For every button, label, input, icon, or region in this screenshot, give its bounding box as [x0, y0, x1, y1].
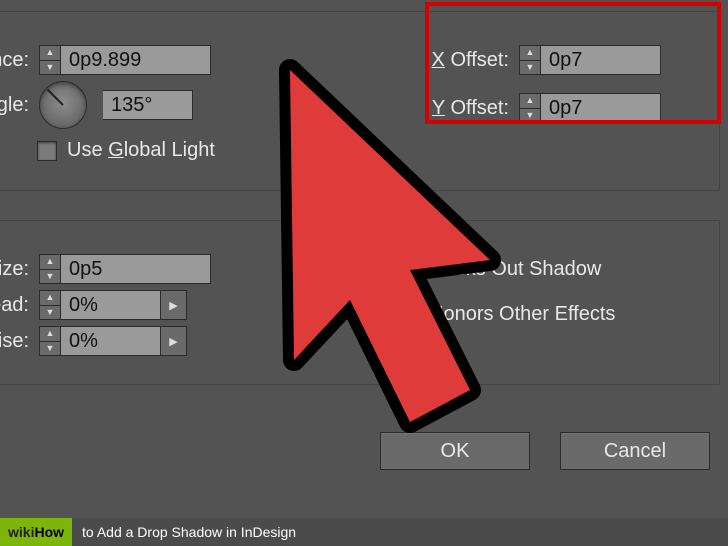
spread-input[interactable] [61, 290, 161, 320]
noise-input[interactable] [61, 326, 161, 356]
x-offset-label: X Offset: [409, 49, 509, 72]
distance-spinner[interactable]: ▲ ▼ [39, 45, 211, 75]
angle-input[interactable] [103, 90, 193, 120]
global-light-checkbox[interactable]: Use Global Light [37, 139, 215, 162]
knocks-out-label: : Knocks Out Shadow [409, 258, 709, 281]
x-offset-input[interactable] [541, 45, 661, 75]
x-offset-down-icon[interactable]: ▼ [520, 61, 540, 75]
y-offset-down-icon[interactable]: ▼ [520, 109, 540, 123]
distance-down-icon[interactable]: ▼ [40, 61, 60, 75]
x-offset-spinner[interactable]: ▲ ▼ [519, 45, 661, 75]
checkbox-box-icon [37, 141, 57, 161]
ok-button[interactable]: OK [380, 432, 530, 470]
size-label: Size: [0, 258, 29, 281]
noise-label: Noise: [0, 330, 29, 353]
wikihow-logo: wikiHow [0, 518, 72, 546]
honors-label: w Honors Other Effects [409, 303, 709, 326]
noise-spinner[interactable]: ▲ ▼ [39, 326, 161, 356]
noise-slider-icon[interactable]: ▶ [161, 326, 187, 356]
angle-dial[interactable] [39, 81, 87, 129]
caption-text: to Add a Drop Shadow in InDesign [72, 518, 728, 546]
distance-input[interactable] [61, 45, 211, 75]
size-up-icon[interactable]: ▲ [40, 255, 60, 270]
cancel-button[interactable]: Cancel [560, 432, 710, 470]
spread-down-icon[interactable]: ▼ [40, 306, 60, 320]
distance-up-icon[interactable]: ▲ [40, 46, 60, 61]
x-offset-up-icon[interactable]: ▲ [520, 46, 540, 61]
y-offset-label: Y Offset: [409, 97, 509, 120]
size-spinner[interactable]: ▲ ▼ [39, 254, 211, 284]
noise-up-icon[interactable]: ▲ [40, 327, 60, 342]
caption-bar: wikiHow to Add a Drop Shadow in InDesign [0, 518, 728, 546]
spread-up-icon[interactable]: ▲ [40, 291, 60, 306]
distance-label: tance: [0, 49, 29, 72]
y-offset-up-icon[interactable]: ▲ [520, 94, 540, 109]
size-input[interactable] [61, 254, 211, 284]
angle-spinner[interactable] [103, 90, 193, 120]
noise-down-icon[interactable]: ▼ [40, 342, 60, 356]
options-group: tions Size: ▲ ▼ pread: [0, 209, 720, 385]
spread-spinner[interactable]: ▲ ▼ [39, 290, 161, 320]
spread-slider-icon[interactable]: ▶ [161, 290, 187, 320]
position-group: sition tance: ▲ ▼ AAngle:ngle: [0, 0, 720, 191]
global-light-label: Use Global Light [67, 139, 215, 162]
size-down-icon[interactable]: ▼ [40, 270, 60, 284]
y-offset-input[interactable] [541, 93, 661, 123]
spread-label: pread: [0, 294, 29, 317]
dialog-button-bar: OK Cancel [380, 432, 710, 470]
angle-label: AAngle:ngle: [0, 94, 29, 117]
y-offset-spinner[interactable]: ▲ ▼ [519, 93, 661, 123]
